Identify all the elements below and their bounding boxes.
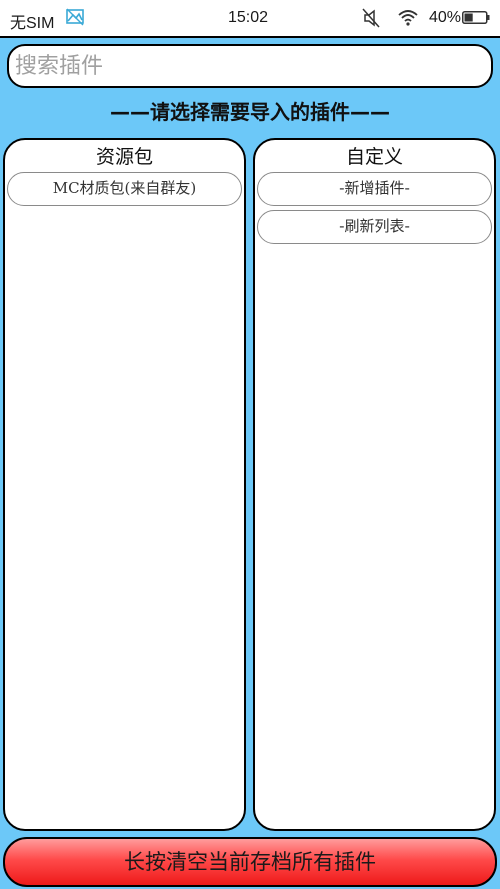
resource-pack-title: 资源包 (95, 146, 153, 168)
clear-all-plugins-button[interactable]: 长按清空当前存档所有插件 (3, 837, 497, 887)
plugin-item-mc-texture-pack[interactable]: MC材质包(来自群友) (7, 172, 242, 206)
resource-pack-panel: 资源包 MC材质包(来自群友) (3, 138, 246, 831)
wifi-icon (398, 9, 418, 26)
search-input[interactable] (7, 44, 493, 88)
page-heading: ——请选择需要导入的插件—— (110, 100, 390, 124)
mute-icon (362, 8, 380, 28)
refresh-list-button[interactable]: -刷新列表- (257, 210, 492, 244)
image-icon (66, 8, 84, 26)
custom-title: 自定义 (345, 146, 403, 168)
add-plugin-button[interactable]: -新增插件- (257, 172, 492, 206)
clock: 15:02 (228, 9, 269, 26)
status-bar: 无SIM 15:02 40% (0, 0, 500, 36)
carrier-text: 无SIM (10, 15, 55, 32)
battery-percent: 40% (429, 9, 462, 26)
app-container: ——请选择需要导入的插件—— 资源包 MC材质包(来自群友) 自定义 -新增插件… (0, 36, 500, 889)
custom-panel: 自定义 -新增插件- -刷新列表- (253, 138, 496, 831)
battery-icon (462, 11, 490, 24)
